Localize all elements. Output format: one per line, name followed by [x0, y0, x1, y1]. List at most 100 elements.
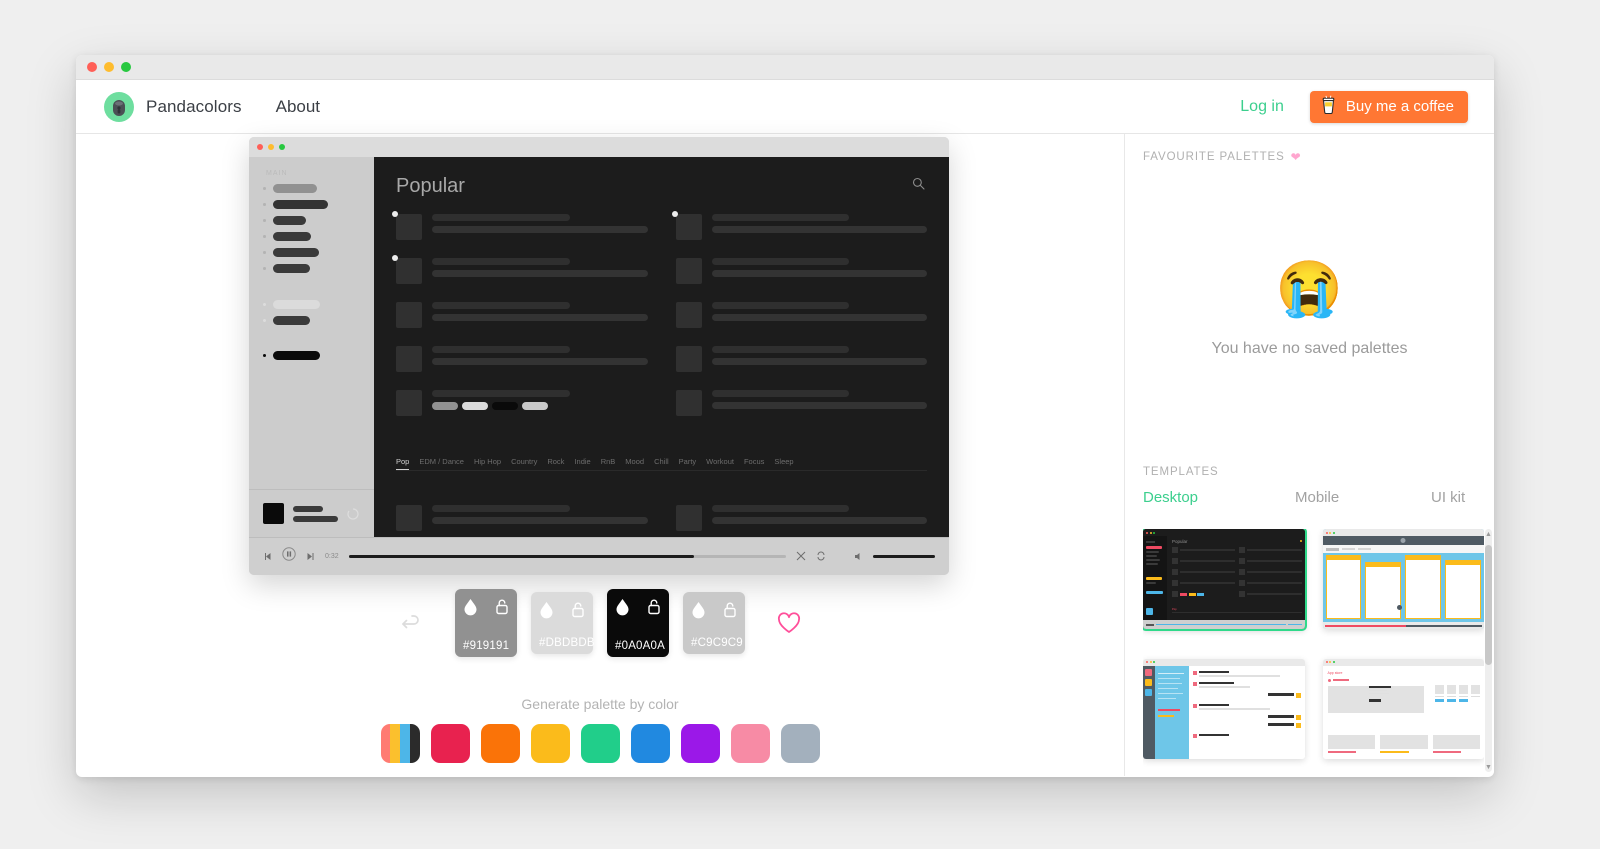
unlock-icon[interactable]	[495, 598, 509, 620]
genre-tab-mood[interactable]: Mood	[625, 457, 644, 466]
login-link[interactable]: Log in	[1240, 98, 1284, 116]
color-green[interactable]	[581, 724, 620, 763]
drop-icon[interactable]	[691, 601, 706, 624]
favourites-empty-text: You have no saved palettes	[1125, 340, 1494, 358]
pause-button-icon[interactable]	[282, 547, 296, 566]
mockup-nav-item	[249, 232, 374, 241]
list-item	[676, 346, 928, 372]
heart-icon[interactable]	[771, 605, 807, 641]
template-preview[interactable]: MAIN	[249, 137, 949, 575]
sidebar-pane: FAVOURITE PALETTES ❤ 😭 You have no saved…	[1124, 134, 1494, 776]
palette-swatch-3[interactable]: #0A0A0A	[607, 589, 669, 657]
player-progress-bar[interactable]	[349, 555, 786, 558]
genre-tab-pop[interactable]: Pop	[396, 457, 409, 470]
repeat-icon[interactable]	[816, 548, 826, 566]
mockup-column-left	[396, 210, 648, 429]
tab-ui-kit[interactable]: UI kit	[1431, 489, 1465, 506]
color-purple[interactable]	[681, 724, 720, 763]
genre-tab-party[interactable]: Party	[679, 457, 697, 466]
color-grey[interactable]	[781, 724, 820, 763]
scroll-down-arrow-icon[interactable]: ▼	[1485, 762, 1492, 772]
color-pink[interactable]	[731, 724, 770, 763]
coffee-button-label: Buy me a coffee	[1346, 98, 1454, 115]
template-card-mail-client[interactable]	[1143, 659, 1305, 759]
undo-icon[interactable]	[393, 605, 429, 641]
unlock-icon[interactable]	[723, 601, 737, 623]
drop-icon[interactable]	[463, 598, 478, 621]
mockup-nav-item	[249, 300, 374, 309]
mockup-heading: Popular	[396, 175, 927, 198]
list-item	[676, 390, 928, 416]
tab-desktop[interactable]: Desktop	[1143, 489, 1295, 506]
palette-swatch-2[interactable]: #DBDBDB	[531, 592, 593, 654]
list-item	[676, 258, 928, 284]
palette-swatch-1-hex: #919191	[463, 640, 509, 652]
mockup-spinner-icon	[347, 508, 359, 520]
templates-scrollbar[interactable]: ▲ ▼	[1485, 529, 1492, 772]
template-card-kanban-blue[interactable]	[1323, 529, 1485, 629]
color-multicolor[interactable]	[381, 724, 420, 763]
next-track-icon[interactable]	[306, 548, 315, 566]
mockup-body: MAIN	[249, 157, 949, 537]
template-card-music-dark[interactable]: Popular	[1143, 529, 1305, 629]
palette-swatch-1[interactable]: #919191	[455, 589, 517, 657]
palette-swatch-4[interactable]: #C9C9C9	[683, 592, 745, 654]
mockup-sidebar-label: MAIN	[249, 157, 374, 177]
buy-me-a-coffee-button[interactable]: Buy me a coffee	[1310, 91, 1468, 123]
color-orange[interactable]	[481, 724, 520, 763]
unlock-icon[interactable]	[571, 601, 585, 623]
mockup-close-dot	[257, 144, 263, 150]
brand[interactable]: Pandacolors	[104, 92, 242, 122]
list-item	[396, 214, 648, 240]
list-item	[676, 214, 928, 240]
genre-tab-hip-hop[interactable]: Hip Hop	[474, 457, 501, 466]
genre-tab-rnb[interactable]: RnB	[601, 457, 616, 466]
search-icon[interactable]	[912, 177, 925, 195]
templates-scrollbar-thumb[interactable]	[1485, 545, 1492, 665]
player-elapsed-time: 0:32	[325, 553, 339, 560]
color-yellow[interactable]	[531, 724, 570, 763]
list-item	[396, 258, 648, 284]
window-minimize-button[interactable]	[104, 62, 114, 72]
mockup-min-dot	[268, 144, 274, 150]
color-blue[interactable]	[631, 724, 670, 763]
mockup-nav-item	[249, 200, 374, 209]
genre-tab-chill[interactable]: Chill	[654, 457, 669, 466]
genre-tab-country[interactable]: Country	[511, 457, 537, 466]
prev-track-icon[interactable]	[263, 548, 272, 566]
unlock-icon[interactable]	[647, 598, 661, 620]
genre-tab-indie[interactable]: Indie	[574, 457, 590, 466]
genre-tab-edm-dance[interactable]: EDM / Dance	[419, 457, 464, 466]
drop-icon[interactable]	[615, 598, 630, 621]
list-item-palette	[396, 390, 648, 416]
genre-tab-workout[interactable]: Workout	[706, 457, 734, 466]
templates-section: TEMPLATES Desktop Mobile UI kit	[1125, 466, 1494, 776]
mockup-nav-item	[249, 264, 374, 273]
template-card-dashboard-grid[interactable]: App store	[1323, 659, 1485, 759]
generate-color-row	[76, 724, 1124, 763]
list-item	[396, 302, 648, 328]
palette-swatch-4-hex: #C9C9C9	[691, 637, 737, 649]
mockup-palette-chips	[432, 402, 648, 410]
browser-window: Pandacolors About Log in Buy me a coffee	[76, 55, 1494, 777]
mockup-main: Popular	[374, 157, 949, 537]
nav-link-about[interactable]: About	[276, 97, 320, 117]
favourite-palettes-header: FAVOURITE PALETTES ❤	[1125, 134, 1494, 164]
player-volume-slider[interactable]	[873, 555, 935, 558]
color-red[interactable]	[431, 724, 470, 763]
panda-logo-icon	[104, 92, 134, 122]
window-close-button[interactable]	[87, 62, 97, 72]
window-maximize-button[interactable]	[121, 62, 131, 72]
shuffle-icon[interactable]	[796, 548, 806, 566]
volume-icon[interactable]	[854, 548, 863, 566]
palette-swatch-row: #919191 #DBDBDB	[76, 589, 1124, 657]
genre-tab-sleep[interactable]: Sleep	[774, 457, 793, 466]
scroll-up-arrow-icon[interactable]: ▲	[1485, 529, 1492, 539]
genre-tab-rock[interactable]: Rock	[547, 457, 564, 466]
drop-icon[interactable]	[539, 601, 554, 624]
genre-tab-focus[interactable]: Focus	[744, 457, 764, 466]
mockup-column-right	[676, 210, 928, 429]
tab-mobile[interactable]: Mobile	[1295, 489, 1431, 506]
mockup-nav-item-active	[249, 351, 374, 360]
mockup-nav-item	[249, 184, 374, 193]
